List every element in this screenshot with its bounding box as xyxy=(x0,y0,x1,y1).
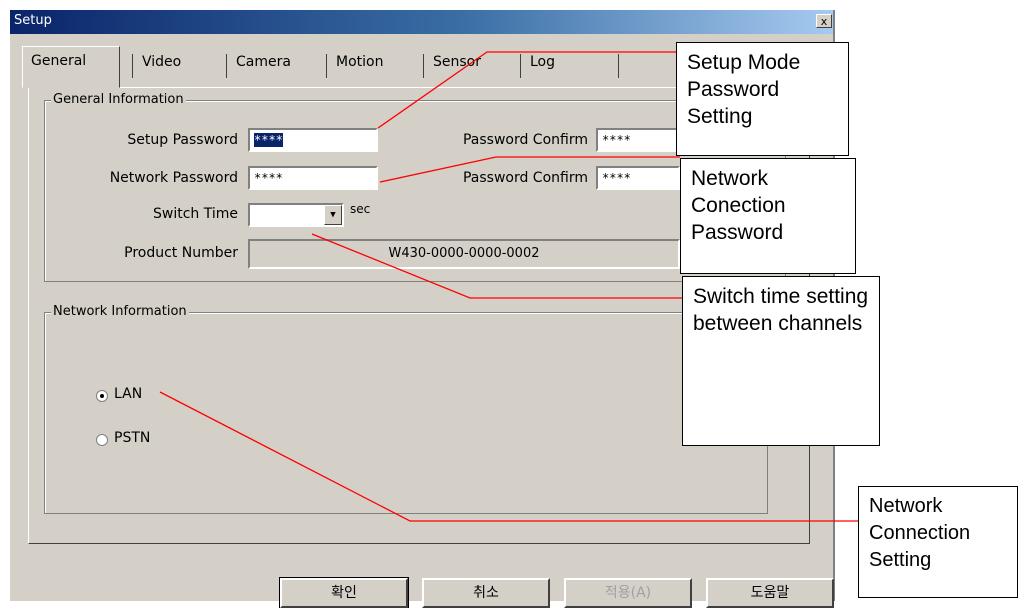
dropdown-arrow-icon[interactable]: ▼ xyxy=(324,205,342,225)
pstn-label[interactable]: PSTN xyxy=(114,430,150,446)
tab-motion[interactable]: Motion xyxy=(328,48,418,88)
tab-general[interactable]: General xyxy=(22,46,120,88)
callout-network-password: Network Conection Password xyxy=(680,158,856,274)
password-confirm-input-2[interactable]: **** xyxy=(596,166,680,190)
product-number-label: Product Number xyxy=(124,245,238,261)
ok-button[interactable]: 확인 xyxy=(279,577,409,608)
close-button[interactable]: x xyxy=(816,14,832,28)
switch-time-label: Switch Time xyxy=(153,206,238,222)
callout-setup-mode: Setup Mode Password Setting xyxy=(676,42,849,156)
password-confirm-input-1[interactable]: **** xyxy=(596,128,680,152)
general-information-label: General Information xyxy=(51,92,186,107)
window-title: Setup xyxy=(14,13,52,28)
switch-time-dropdown[interactable]: ▼ xyxy=(248,203,344,227)
callout-switch-time: Switch time setting between channels xyxy=(682,276,880,446)
network-password-label: Network Password xyxy=(109,170,238,186)
cancel-button[interactable]: 취소 xyxy=(422,578,550,608)
apply-button[interactable]: 적용(A) xyxy=(564,578,692,608)
setup-password-label: Setup Password xyxy=(127,132,238,148)
title-bar: Setup x xyxy=(10,10,833,34)
network-information-label: Network Information xyxy=(51,304,189,319)
tab-video[interactable]: Video xyxy=(134,48,216,88)
product-number-field: W430-0000-0000-0002 xyxy=(248,239,680,269)
pstn-radio[interactable] xyxy=(96,434,108,446)
network-password-input[interactable]: **** xyxy=(248,166,378,190)
tab-camera[interactable]: Camera xyxy=(228,48,318,88)
lan-radio[interactable] xyxy=(96,390,108,402)
tab-sensor[interactable]: Sensor xyxy=(425,48,515,88)
setup-password-input[interactable]: **** xyxy=(248,128,378,152)
help-button[interactable]: 도움말 xyxy=(706,578,834,608)
password-confirm-label-1: Password Confirm xyxy=(462,132,588,148)
tab-log[interactable]: Log xyxy=(522,48,612,88)
lan-label[interactable]: LAN xyxy=(114,386,142,402)
callout-network-connection: Network Connection Setting xyxy=(858,486,1018,598)
switch-time-unit: sec xyxy=(350,202,371,216)
password-confirm-label-2: Password Confirm xyxy=(462,170,588,186)
network-information-group: Network Information xyxy=(44,304,768,514)
